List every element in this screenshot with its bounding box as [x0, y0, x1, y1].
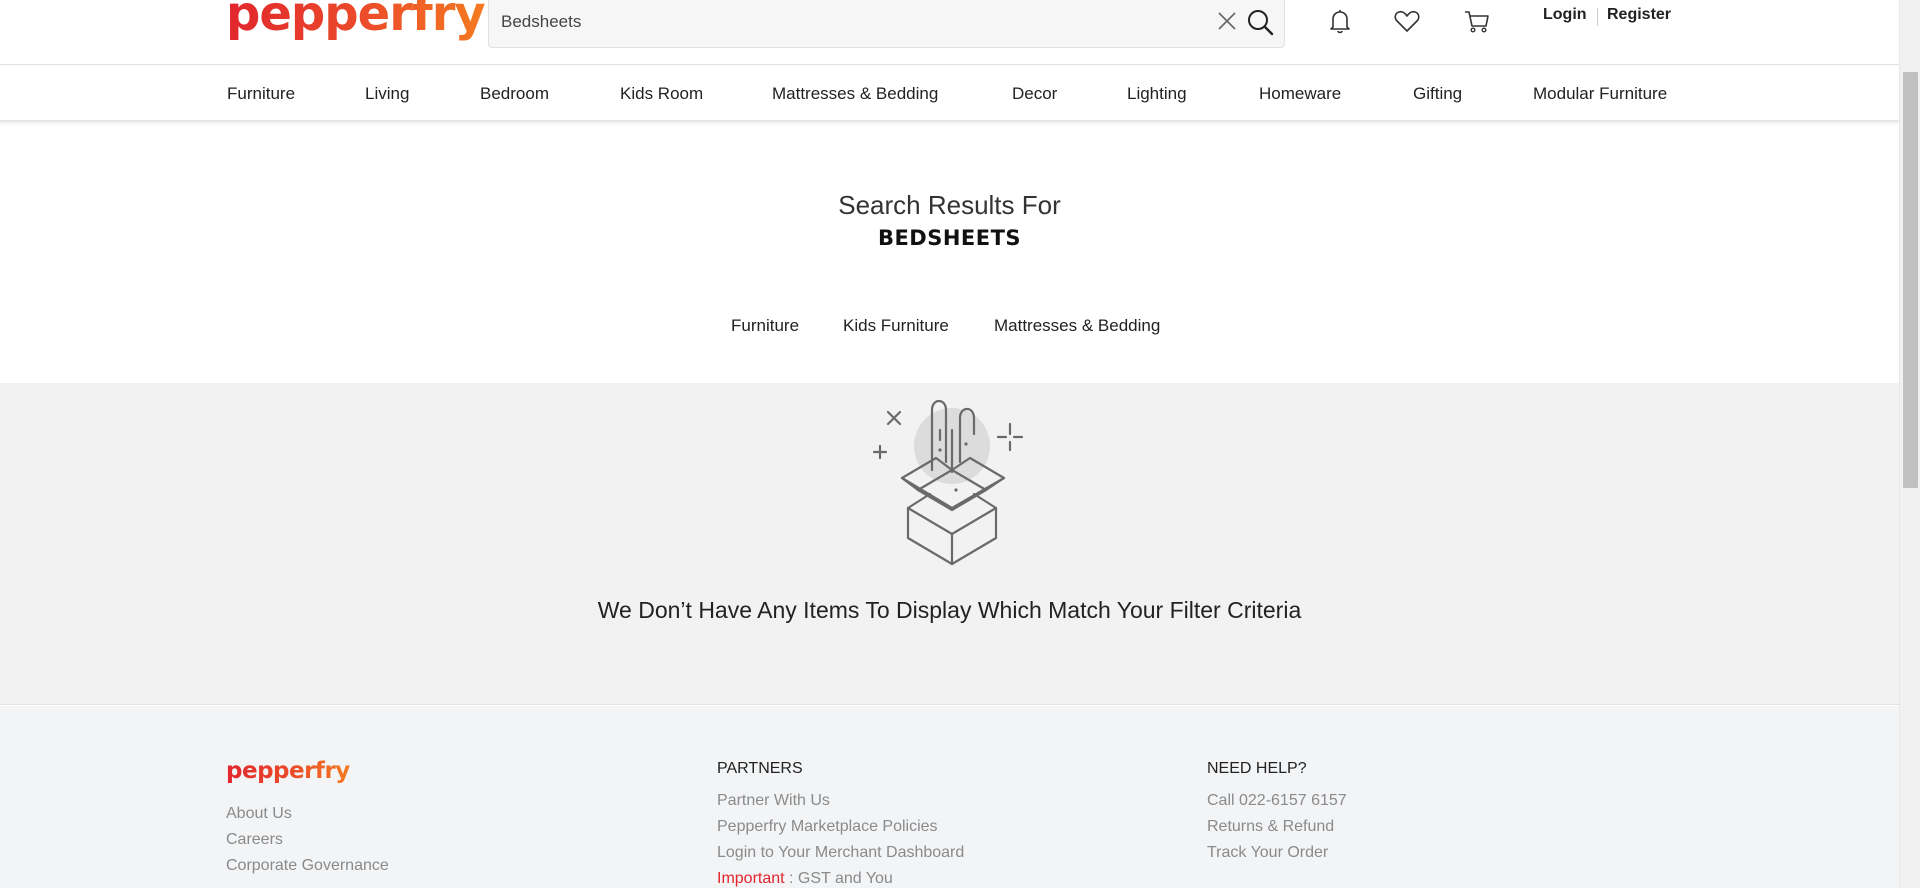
footer-link-partner-with-us[interactable]: Partner With Us: [717, 792, 830, 810]
cart-icon[interactable]: [1462, 6, 1492, 36]
footer-heading-need-help: NEED HELP?: [1207, 760, 1307, 777]
category-nav: Furniture Living Bedroom Kids Room Mattr…: [0, 66, 1899, 122]
footer-link-merchant-dashboard[interactable]: Login to Your Merchant Dashboard: [717, 844, 964, 862]
footer-heading-partners: PARTNERS: [717, 760, 803, 777]
empty-box-icon: [870, 399, 1030, 570]
footer-link-returns-refund[interactable]: Returns & Refund: [1207, 818, 1334, 836]
empty-results-panel: We Don’t Have Any Items To Display Which…: [0, 383, 1899, 705]
register-link[interactable]: Register: [1607, 6, 1671, 24]
footer-link-corporate-governance[interactable]: Corporate Governance: [226, 857, 389, 875]
pepperfry-logo[interactable]: pepperfry: [226, 0, 486, 42]
footer-link-track-order[interactable]: Track Your Order: [1207, 844, 1328, 862]
close-icon[interactable]: [1215, 9, 1239, 33]
scrollbar-thumb[interactable]: [1903, 72, 1918, 488]
nav-item-furniture[interactable]: Furniture: [227, 84, 295, 104]
nav-item-mattresses-bedding[interactable]: Mattresses & Bedding: [772, 84, 938, 104]
nav-item-bedroom[interactable]: Bedroom: [480, 84, 549, 104]
footer-link-call[interactable]: Call 022-6157 6157: [1207, 792, 1347, 810]
empty-results-message: We Don’t Have Any Items To Display Which…: [597, 597, 1302, 623]
search-icon[interactable]: [1245, 7, 1275, 37]
vertical-scrollbar[interactable]: [1899, 0, 1920, 888]
footer-link-gst[interactable]: Important : GST and You: [717, 870, 893, 888]
site-footer: pepperfry About Us Careers Corporate Gov…: [0, 706, 1899, 888]
footer-link-careers[interactable]: Careers: [226, 831, 283, 849]
search-term: BEDSHEETS: [877, 226, 1022, 250]
nav-item-decor[interactable]: Decor: [1012, 84, 1057, 104]
divider: [1597, 8, 1598, 26]
filter-tab-furniture[interactable]: Furniture: [731, 316, 799, 336]
important-label: Important: [717, 870, 785, 887]
site-header: pepperfry Login Register: [0, 0, 1899, 65]
filter-tab-mattresses-bedding[interactable]: Mattresses & Bedding: [994, 316, 1160, 336]
footer-logo[interactable]: pepperfry: [226, 758, 350, 784]
filter-tab-kids-furniture[interactable]: Kids Furniture: [843, 316, 949, 336]
nav-item-gifting[interactable]: Gifting: [1413, 84, 1462, 104]
search-input[interactable]: [501, 9, 1181, 35]
nav-item-kids-room[interactable]: Kids Room: [620, 84, 703, 104]
footer-link-about-us[interactable]: About Us: [226, 805, 292, 823]
nav-item-homeware[interactable]: Homeware: [1259, 84, 1341, 104]
search-bar: [488, 0, 1285, 48]
nav-item-modular-furniture[interactable]: Modular Furniture: [1533, 84, 1667, 104]
search-results-heading: Search Results For: [838, 190, 1061, 220]
heart-icon[interactable]: [1392, 6, 1422, 36]
gst-text: : GST and You: [784, 870, 893, 887]
nav-item-lighting[interactable]: Lighting: [1127, 84, 1187, 104]
footer-link-marketplace-policies[interactable]: Pepperfry Marketplace Policies: [717, 818, 938, 836]
nav-item-living[interactable]: Living: [365, 84, 409, 104]
login-link[interactable]: Login: [1543, 6, 1587, 24]
bell-icon[interactable]: [1325, 6, 1355, 36]
